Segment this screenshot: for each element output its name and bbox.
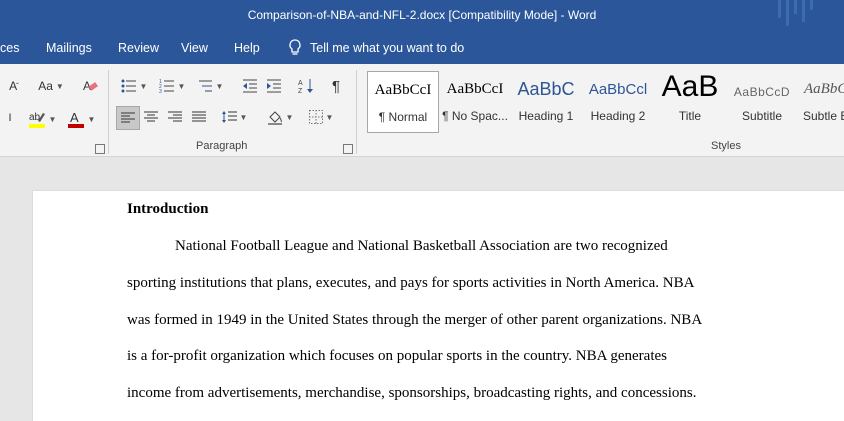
align-left-icon [121, 112, 135, 123]
tab-mailings[interactable]: Mailings [46, 41, 92, 55]
style-name: Subtitle [741, 109, 783, 123]
tab-view[interactable]: View [181, 41, 208, 55]
align-right-icon [168, 111, 182, 122]
tab-references[interactable]: ces [0, 41, 19, 55]
paragraph-group-label: Paragraph [196, 140, 248, 152]
sort-button[interactable]: A Z [296, 76, 316, 96]
multilevel-list-icon [198, 80, 212, 92]
line-spacing-button[interactable]: ▼ [218, 107, 250, 127]
change-case-button[interactable]: Aa ▼ [34, 76, 68, 96]
svg-text:3: 3 [159, 89, 162, 93]
sort-icon: A Z [298, 79, 313, 94]
style-subtitle[interactable]: AaBbCcD Subtitle [728, 71, 796, 131]
tell-me-label: Tell me what you want to do [310, 41, 465, 55]
lightbulb-icon [289, 39, 301, 55]
tab-review[interactable]: Review [118, 41, 159, 55]
section-heading: Introduction [127, 201, 209, 217]
document-area: Introduction National Football League an… [0, 157, 844, 421]
style-no-spacing[interactable]: AaBbCcI ¶ No Spac... [440, 71, 510, 131]
style-name: Heading 2 [590, 109, 646, 123]
align-center-icon [144, 111, 158, 122]
ribbon-tabs: ces Mailings Review View Help Tell me wh… [0, 34, 844, 64]
numbering-button[interactable]: 1 2 3 ▼ [156, 76, 188, 96]
text-highlight-button[interactable]: ab ▼ [24, 108, 60, 130]
multilevel-list-button[interactable]: ▼ [194, 76, 226, 96]
bullets-button[interactable]: ▼ [118, 76, 150, 96]
font-dialog-launcher[interactable] [95, 144, 105, 154]
group-separator [356, 70, 357, 154]
paragraph-line: sporting institutions that plans, execut… [127, 275, 695, 291]
align-center-button[interactable] [141, 107, 161, 127]
bullets-icon [121, 79, 136, 93]
style-name: Heading 1 [518, 109, 574, 123]
pilcrow-icon: ¶ [331, 77, 341, 95]
highlighter-icon: ab [28, 112, 45, 128]
svg-text:A: A [298, 80, 303, 87]
justify-button[interactable] [189, 107, 209, 127]
italic-button[interactable]: I [4, 108, 16, 128]
style-name: ¶ No Spac... [442, 109, 508, 123]
paragraph-line: was formed in 1949 in the United States … [127, 312, 703, 328]
styles-group-label: Styles [711, 140, 741, 152]
decrease-indent-icon [243, 79, 257, 93]
line-spacing-icon [221, 111, 237, 123]
style-sample: AaBbC [804, 81, 844, 97]
title-bar: Comparison-of-NBA-and-NFL-2.docx [Compat… [0, 0, 844, 34]
style-sample: AaBbC [517, 79, 575, 99]
change-case-label: Aa [38, 79, 53, 93]
style-sample: AaBbCcD [733, 85, 791, 99]
borders-button[interactable]: ▼ [304, 107, 338, 127]
font-color-button[interactable]: A ▼ [64, 108, 98, 130]
font-color-icon: A [67, 110, 84, 128]
group-separator [108, 70, 109, 154]
ribbon: Aˇ Aa ▼ A I ab ▼ A ▼ ▼ 1 2 3 ▼ ▼ A Z ¶ ▼… [0, 64, 844, 157]
paragraph-line: National Football League and National Ba… [175, 238, 668, 254]
style-sample: AaBbCcl [588, 81, 648, 98]
document-page[interactable]: Introduction National Football League an… [32, 190, 844, 421]
style-name: ¶ Normal [378, 110, 428, 124]
tab-help[interactable]: Help [234, 41, 260, 55]
decorative-pattern [778, 0, 813, 26]
style-name: Subtle E [803, 109, 844, 123]
paragraph-line: income from advertisements, merchandise,… [127, 385, 697, 401]
increase-indent-button[interactable] [264, 76, 284, 96]
svg-text:Z: Z [298, 88, 303, 94]
svg-text:A: A [70, 110, 79, 125]
style-sample: AaB [661, 70, 719, 103]
borders-icon [308, 110, 323, 124]
style-name: Title [678, 109, 702, 123]
style-normal[interactable]: AaBbCcI ¶ Normal [367, 71, 439, 133]
justify-icon [192, 111, 206, 122]
style-sample: AaBbCcI [446, 81, 504, 97]
decrease-indent-button[interactable] [240, 76, 260, 96]
numbering-icon: 1 2 3 [159, 79, 174, 93]
tell-me-box[interactable]: Tell me what you want to do [288, 39, 464, 57]
clear-formatting-button[interactable]: A [80, 76, 100, 96]
style-heading-1[interactable]: AaBbC Heading 1 [512, 71, 580, 131]
style-heading-2[interactable]: AaBbCcl Heading 2 [584, 71, 652, 131]
align-left-button[interactable] [116, 106, 140, 130]
style-sample: AaBbCcI [374, 82, 432, 98]
paint-bucket-icon [267, 111, 282, 125]
increase-indent-icon [267, 79, 281, 93]
eraser-icon: A [83, 79, 98, 93]
align-right-button[interactable] [165, 107, 185, 127]
style-title[interactable]: AaB Title [656, 71, 724, 131]
grow-font-button[interactable]: Aˇ [4, 76, 24, 96]
shading-button[interactable]: ▼ [264, 107, 296, 127]
style-subtle-emphasis[interactable]: AaBbC Subtle E [800, 71, 844, 131]
paragraph-line: is a for-profit organization which focus… [127, 348, 667, 364]
paragraph-dialog-launcher[interactable] [343, 144, 353, 154]
window-title: Comparison-of-NBA-and-NFL-2.docx [Compat… [247, 8, 597, 22]
show-formatting-button[interactable]: ¶ [326, 76, 346, 96]
